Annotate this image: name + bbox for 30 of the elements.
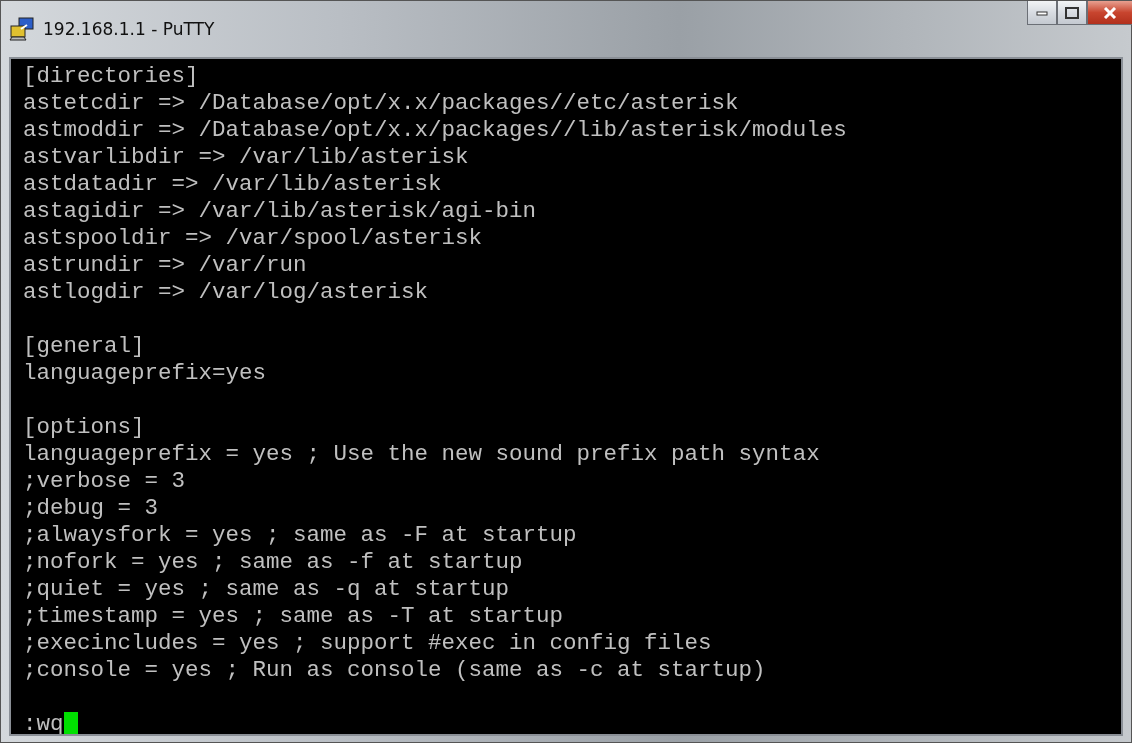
terminal-line: astvarlibdir => /var/lib/asterisk [23, 144, 469, 171]
window-title: 192.168.1.1 - PuTTY [43, 19, 215, 39]
terminal-line: ;debug = 3 [23, 495, 159, 522]
terminal-line: astdatadir => /var/lib/asterisk [23, 171, 442, 198]
terminal-line: ;quiet = yes ; same as -q at startup [23, 576, 510, 603]
terminal-line: languageprefix=yes [23, 360, 267, 387]
minimize-icon [1036, 9, 1048, 16]
minimize-button[interactable] [1027, 1, 1057, 25]
terminal-line: ;console = yes ; Run as console (same as -c at startup) [23, 657, 766, 684]
terminal-line: astspooldir => /var/spool/asterisk [23, 225, 483, 252]
terminal-line: ;verbose = 3 [23, 468, 186, 495]
terminal-line: languageprefix = yes ; Use the new sound prefix path syntax [23, 441, 820, 468]
terminal-line: ;execincludes = yes ; support #exec in config files [23, 630, 712, 657]
command-line: :wq [23, 711, 64, 734]
terminal-line: astmoddir => /Database/opt/x.x/packages//lib/asterisk/modules [23, 117, 847, 144]
terminal-line: ;nofork = yes ; same as -f at startup [23, 549, 523, 576]
terminal-line: astagidir => /var/lib/asterisk/agi-bin [23, 198, 537, 225]
terminal-line: ;alwaysfork = yes ; same as -F at startup [23, 522, 577, 549]
computer-icon [9, 17, 35, 41]
terminal-line: [directories] [23, 63, 199, 90]
terminal-line: astetcdir => /Database/opt/x.x/packages//etc/asterisk [23, 90, 739, 117]
terminal-line: astrundir => /var/run [23, 252, 307, 279]
terminal-line: ;timestamp = yes ; same as -T at startup [23, 603, 564, 630]
terminal-line: [general] [23, 333, 145, 360]
maximize-button[interactable] [1057, 1, 1087, 25]
close-button[interactable] [1087, 1, 1132, 25]
close-icon [1103, 6, 1117, 19]
terminal-line: astlogdir => /var/log/asterisk [23, 279, 429, 306]
maximize-icon [1065, 6, 1079, 19]
terminal-line: [options] [23, 414, 145, 441]
